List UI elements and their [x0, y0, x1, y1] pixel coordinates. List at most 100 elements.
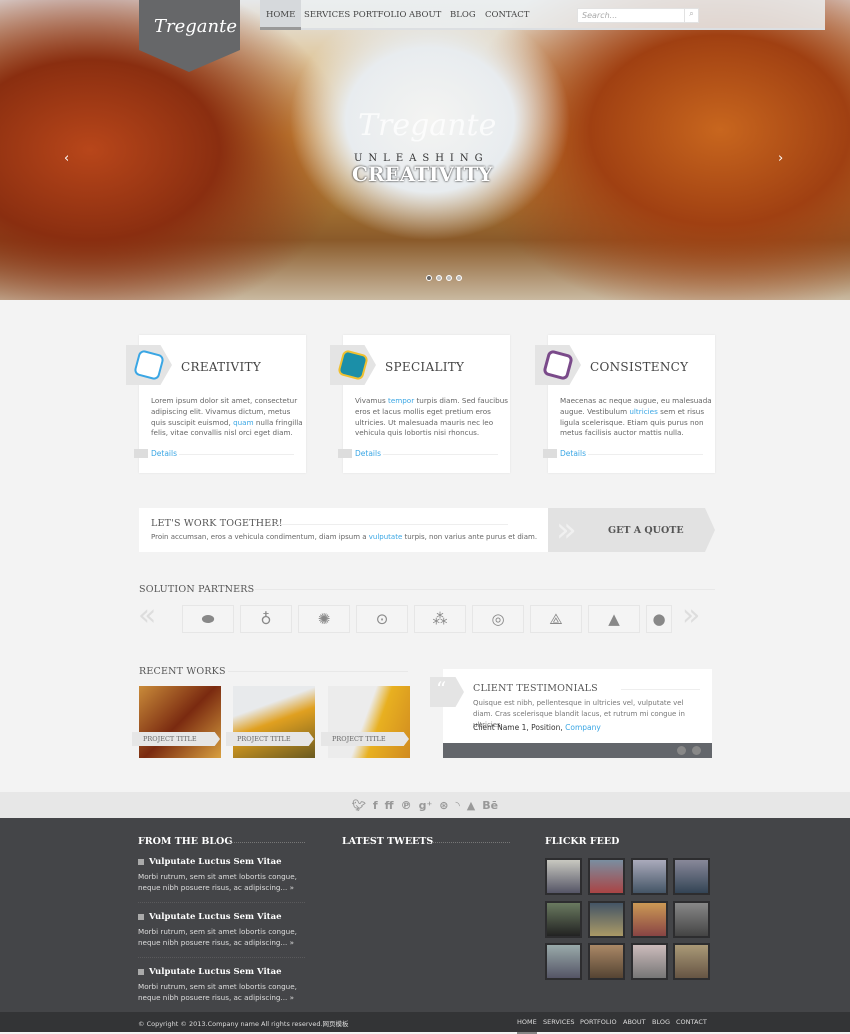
google-plus-icon[interactable]: g⁺ [419, 799, 433, 812]
flickr-photo[interactable] [673, 858, 710, 895]
nav-blog[interactable]: BLOG [444, 0, 482, 30]
nav-about[interactable]: ABOUT [403, 0, 447, 30]
social-bar: 🐦︎ f ff ℗ g⁺ ⊛ ◝ ▲ Bē [0, 792, 850, 818]
partner-logo[interactable]: ● [646, 605, 672, 633]
pinterest-icon[interactable]: ℗ [401, 799, 412, 812]
inline-link[interactable]: ultricies [629, 407, 657, 416]
footer-nav-about[interactable]: ABOUT [623, 1018, 646, 1026]
testimonial-title: CLIENT TESTIMONIALS [473, 683, 598, 694]
post-title[interactable]: Vulputate Luctus Sem Vitae [138, 967, 305, 977]
testimonial-nav-bar [443, 743, 712, 758]
flickr-photo[interactable] [588, 901, 625, 938]
flickr-photo[interactable] [588, 943, 625, 980]
partner-logo[interactable]: ⊙ [356, 605, 408, 633]
chevron-right-icon: » [556, 510, 577, 550]
partner-logo[interactable]: ◎ [472, 605, 524, 633]
blog-post[interactable]: Vulputate Luctus Sem Vitae Morbi rutrum, … [138, 857, 305, 893]
slider-dots [426, 275, 462, 281]
divider [227, 842, 305, 843]
flickr-photo[interactable] [631, 858, 668, 895]
slider-prev-arrow[interactable]: ‹ [64, 151, 69, 166]
partner-logo[interactable]: ✺ [298, 605, 350, 633]
company-link[interactable]: Company [565, 723, 601, 732]
get-quote-label: GET A QUOTE [608, 525, 684, 536]
post-excerpt: Morbi rutrum, sem sit amet lobortis cong… [138, 927, 297, 947]
footer [0, 818, 850, 1012]
footer-nav-services[interactable]: SERVICES [543, 1018, 575, 1026]
flickr-title: FLICKR FEED [545, 836, 620, 847]
post-title[interactable]: Vulputate Luctus Sem Vitae [138, 857, 305, 867]
divider [179, 454, 294, 455]
facebook-icon[interactable]: f [373, 799, 378, 812]
details-link[interactable]: Details [560, 449, 586, 458]
nav-contact[interactable]: CONTACT [479, 0, 535, 30]
tweets-title: LATEST TWEETS [342, 836, 434, 847]
twitter-icon[interactable]: 🐦︎ [352, 799, 366, 812]
feature-text: Lorem ipsum dolor sit amet, consectetur … [151, 396, 306, 439]
flickr-photo[interactable] [545, 901, 582, 938]
flickr-photo[interactable] [545, 943, 582, 980]
flickr-photo[interactable] [588, 858, 625, 895]
prev-arrow-icon[interactable] [677, 746, 686, 755]
divider [255, 589, 715, 590]
partner-logo[interactable]: ⬬ [182, 605, 234, 633]
flickr-photo[interactable] [673, 901, 710, 938]
feature-text: Maecenas ac neque augue, eu malesuada au… [560, 396, 715, 439]
details-link[interactable]: Details [355, 449, 381, 458]
partner-logo[interactable]: ♁ [240, 605, 292, 633]
flickr-photo[interactable] [631, 943, 668, 980]
inline-link[interactable]: tempor [388, 396, 414, 405]
text: Proin accumsan, eros a vehicula condimen… [151, 533, 369, 541]
project-thumbnail[interactable]: PROJECT TITLE [226, 686, 315, 758]
feature-card-creativity: CREATIVITY Lorem ipsum dolor sit amet, c… [126, 335, 306, 473]
hero-line2: CREATIVITY [352, 162, 493, 186]
details-link[interactable]: Details [151, 449, 177, 458]
slider-dot[interactable] [456, 275, 462, 281]
flickr-photo[interactable] [673, 943, 710, 980]
partner-logo[interactable]: ⁂ [414, 605, 466, 633]
feature-title: CREATIVITY [181, 360, 262, 374]
hero-slider [0, 0, 850, 300]
friendfeed-icon[interactable]: ff [385, 799, 394, 812]
blog-post[interactable]: Vulputate Luctus Sem Vitae Morbi rutrum, … [138, 912, 305, 948]
blog-title: FROM THE BLOG [138, 836, 233, 847]
inline-link[interactable]: quam [233, 418, 254, 427]
next-arrow-icon[interactable] [692, 746, 701, 755]
nav-home[interactable]: HOME [260, 0, 302, 30]
partner-logo[interactable]: ⟁ [530, 605, 582, 633]
slider-dot[interactable] [436, 275, 442, 281]
project-thumbnail[interactable]: PROJECT TITLE [321, 686, 410, 758]
footer-nav-contact[interactable]: CONTACT [676, 1018, 707, 1026]
slider-dot[interactable] [426, 275, 432, 281]
forrst-icon[interactable]: ▲ [467, 799, 475, 812]
get-quote-button[interactable]: » GET A QUOTE [548, 508, 715, 552]
footer-nav-blog[interactable]: BLOG [652, 1018, 670, 1026]
blog-post[interactable]: Vulputate Luctus Sem Vitae Morbi rutrum, … [138, 967, 305, 1003]
slider-next-arrow[interactable]: › [778, 151, 783, 166]
project-title: PROJECT TITLE [321, 732, 409, 746]
feature-title: CONSISTENCY [590, 360, 689, 374]
testimonial-client: Client Name 1, Position, Company [473, 723, 601, 732]
behance-icon[interactable]: Bē [482, 799, 498, 812]
bottom-bar [0, 1012, 850, 1032]
dribbble-icon[interactable]: ⊛ [439, 799, 448, 812]
text: Vivamus [355, 396, 388, 405]
search-input[interactable]: Search... ⌕ [577, 8, 699, 23]
post-excerpt: Morbi rutrum, sem sit amet lobortis cong… [138, 982, 297, 1002]
rss-icon[interactable]: ◝ [456, 799, 460, 812]
partner-logo[interactable]: ▲ [588, 605, 640, 633]
flickr-photo[interactable] [631, 901, 668, 938]
feature-card-speciality: SPECIALITY Vivamus tempor turpis diam. S… [330, 335, 510, 473]
partners-prev-arrow[interactable]: « [138, 598, 156, 633]
divider [588, 454, 703, 455]
search-icon[interactable]: ⌕ [684, 9, 698, 22]
divider [621, 689, 700, 690]
inline-link[interactable]: vulputate [369, 533, 403, 541]
project-thumbnail[interactable]: PROJECT TITLE [132, 686, 221, 758]
footer-nav-portfolio[interactable]: PORTFOLIO [580, 1018, 617, 1026]
slider-dot[interactable] [446, 275, 452, 281]
partners-next-arrow[interactable]: » [682, 598, 700, 633]
post-title[interactable]: Vulputate Luctus Sem Vitae [138, 912, 305, 922]
logo[interactable]: Tregante [139, 0, 240, 72]
flickr-photo[interactable] [545, 858, 582, 895]
